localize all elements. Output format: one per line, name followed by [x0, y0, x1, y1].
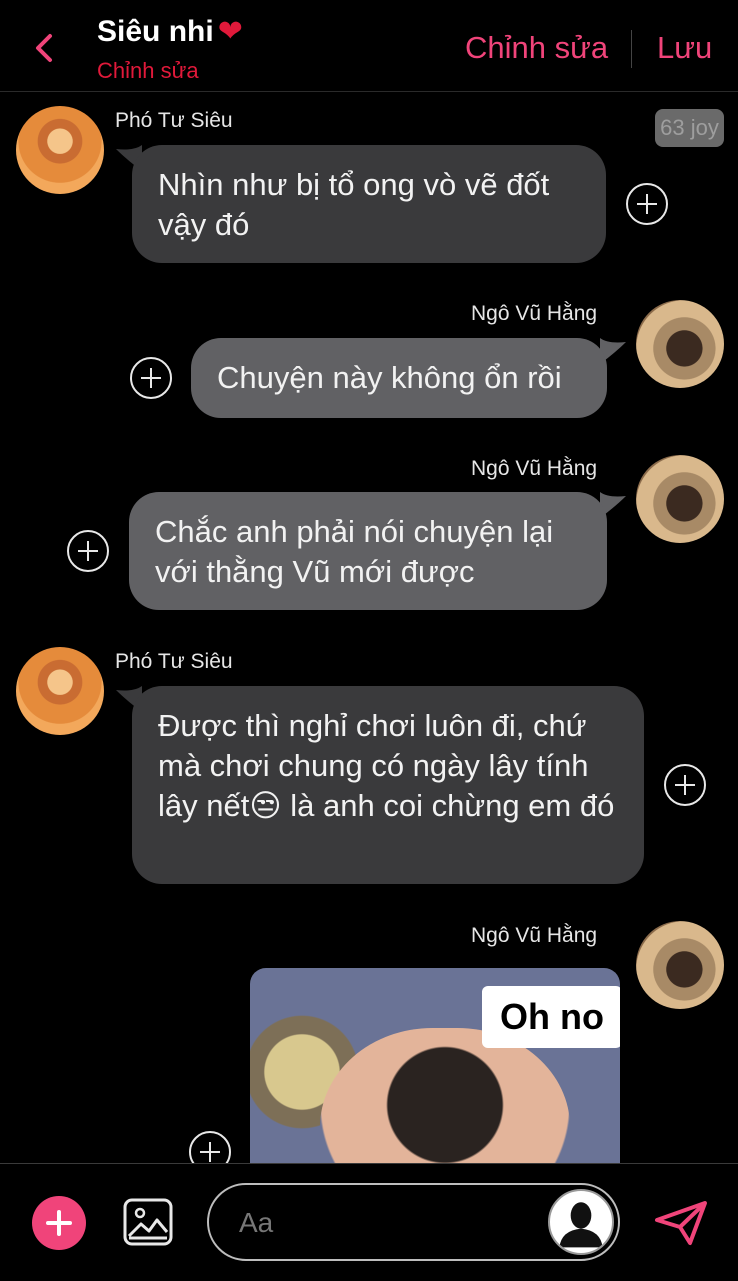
send-icon[interactable] — [654, 1200, 708, 1246]
sender-name: Ngô Vũ Hằng — [471, 924, 598, 947]
sender-name: Ngô Vũ Hằng — [471, 302, 598, 325]
conversation-subtitle[interactable]: Chỉnh sửa — [97, 58, 199, 84]
avatar-pho-tu-sieu[interactable] — [16, 106, 104, 194]
avatar-ngo-vu-hang[interactable] — [636, 300, 724, 388]
add-attachment-button[interactable] — [32, 1196, 86, 1250]
avatar-pho-tu-sieu[interactable] — [16, 647, 104, 735]
add-reaction-icon[interactable] — [130, 357, 172, 399]
joy-count-badge: 63 joy — [655, 109, 724, 147]
message-bubble[interactable]: Chuyện này không ổn rồi — [191, 338, 607, 418]
add-reaction-icon[interactable] — [626, 183, 668, 225]
add-reaction-icon[interactable] — [67, 530, 109, 572]
sender-name: Ngô Vũ Hằng — [471, 457, 598, 480]
chat-header: Siêu nhi ❤ Chỉnh sửa Chỉnh sửa Lưu — [0, 0, 738, 92]
avatar-ngo-vu-hang[interactable] — [636, 455, 724, 543]
back-chevron-icon[interactable] — [30, 28, 58, 68]
message-bubble[interactable]: Chắc anh phải nói chuyện lại với thằng V… — [129, 492, 607, 610]
header-divider — [631, 30, 632, 68]
message-bubble[interactable]: Nhìn như bị tổ ong vò vẽ đốt vậy đó — [132, 145, 606, 263]
image-message[interactable]: Oh no — [250, 968, 620, 1163]
avatar-ngo-vu-hang[interactable] — [636, 921, 724, 1009]
image-caption: Oh no — [482, 986, 620, 1048]
add-reaction-icon[interactable] — [664, 764, 706, 806]
message-input-placeholder: Aa — [239, 1207, 274, 1238]
gallery-icon[interactable] — [123, 1198, 173, 1246]
composer-bar: Aa — [0, 1163, 738, 1281]
heart-icon: ❤ — [217, 15, 243, 48]
sender-name: Phó Tư Siêu — [115, 109, 233, 132]
edit-button[interactable]: Chỉnh sửa — [465, 30, 608, 66]
conversation-title-text: Siêu nhi — [97, 15, 214, 48]
conversation-title: Siêu nhi ❤ — [97, 14, 243, 49]
add-reaction-icon[interactable] — [189, 1131, 231, 1163]
message-list[interactable]: 63 joy Phó Tư Siêu Nhìn như bị tổ ong vò… — [0, 93, 738, 1163]
sender-name: Phó Tư Siêu — [115, 650, 233, 673]
message-input[interactable]: Aa — [207, 1183, 620, 1261]
save-button[interactable]: Lưu — [657, 30, 712, 66]
message-bubble[interactable]: Được thì nghỉ chơi luôn đi, chứ mà chơi … — [132, 686, 644, 884]
user-silhouette-icon[interactable] — [548, 1189, 614, 1255]
